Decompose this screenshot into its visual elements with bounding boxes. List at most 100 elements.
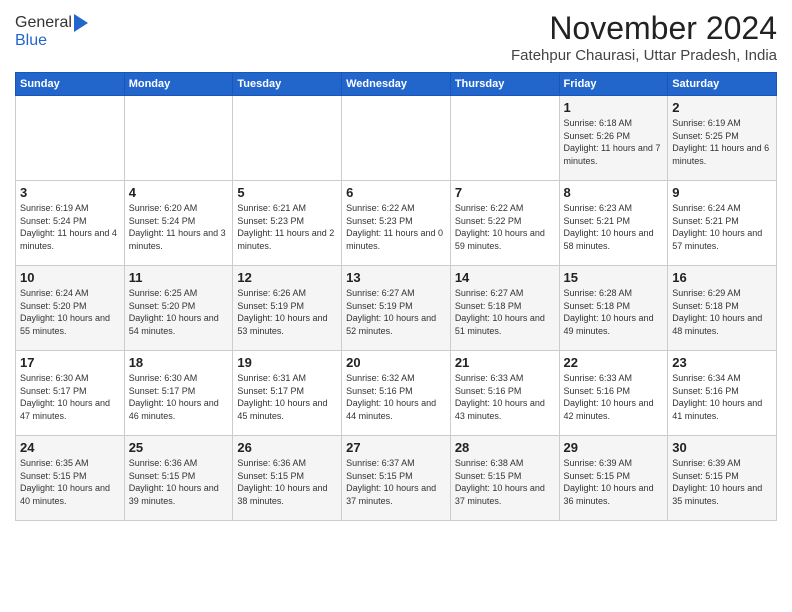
calendar-cell: 10Sunrise: 6:24 AM Sunset: 5:20 PM Dayli… [16,266,125,351]
day-number: 11 [129,270,229,285]
weekday-header-sunday: Sunday [16,73,125,96]
calendar-week-row: 1 Sunrise: 6:18 AM Sunset: 5:26 PM Daylig… [16,96,777,181]
calendar-cell: 3 Sunrise: 6:19 AM Sunset: 5:24 PM Daylig… [16,181,125,266]
calendar-cell: 28 Sunrise: 6:38 AM Sunset: 5:15 PM Dayli… [450,436,559,521]
day-number: 17 [20,355,120,370]
calendar-cell: 27Sunrise: 6:37 AM Sunset: 5:15 PM Dayli… [342,436,451,521]
day-number: 16 [672,270,772,285]
day-number: 21 [455,355,555,370]
month-title: November 2024 [511,10,777,47]
day-info: Sunrise: 6:24 AM Sunset: 5:21 PM Dayligh… [672,202,772,252]
day-info: Sunrise: 6:23 AM Sunset: 5:21 PM Dayligh… [564,202,664,252]
day-info: Sunrise: 6:30 AM Sunset: 5:17 PM Dayligh… [129,372,229,422]
day-info: Sunrise: 6:19 AM Sunset: 5:25 PM Dayligh… [672,117,772,167]
day-number: 19 [237,355,337,370]
day-number: 29 [564,440,664,455]
day-info: Sunrise: 6:22 AM Sunset: 5:23 PM Dayligh… [346,202,446,252]
weekday-header-thursday: Thursday [450,73,559,96]
weekday-header-monday: Monday [124,73,233,96]
calendar-week-row: 3 Sunrise: 6:19 AM Sunset: 5:24 PM Daylig… [16,181,777,266]
logo-blue-text: Blue [15,32,47,50]
day-info: Sunrise: 6:32 AM Sunset: 5:16 PM Dayligh… [346,372,446,422]
day-number: 14 [455,270,555,285]
calendar-cell: 24Sunrise: 6:35 AM Sunset: 5:15 PM Dayli… [16,436,125,521]
day-number: 27 [346,440,446,455]
day-info: Sunrise: 6:30 AM Sunset: 5:17 PM Dayligh… [20,372,120,422]
calendar-cell: 2 Sunrise: 6:19 AM Sunset: 5:25 PM Daylig… [668,96,777,181]
day-info: Sunrise: 6:36 AM Sunset: 5:15 PM Dayligh… [129,457,229,507]
day-info: Sunrise: 6:27 AM Sunset: 5:18 PM Dayligh… [455,287,555,337]
day-number: 26 [237,440,337,455]
logo-general-text: General [15,14,72,32]
day-info: Sunrise: 6:38 AM Sunset: 5:15 PM Dayligh… [455,457,555,507]
day-info: Sunrise: 6:21 AM Sunset: 5:23 PM Dayligh… [237,202,337,252]
day-info: Sunrise: 6:24 AM Sunset: 5:20 PM Dayligh… [20,287,120,337]
calendar-table: SundayMondayTuesdayWednesdayThursdayFrid… [15,72,777,521]
page-header: General Blue November 2024 Fatehpur Chau… [15,10,777,64]
day-info: Sunrise: 6:25 AM Sunset: 5:20 PM Dayligh… [129,287,229,337]
day-number: 15 [564,270,664,285]
day-info: Sunrise: 6:22 AM Sunset: 5:22 PM Dayligh… [455,202,555,252]
day-info: Sunrise: 6:33 AM Sunset: 5:16 PM Dayligh… [564,372,664,422]
day-number: 22 [564,355,664,370]
calendar-cell: 21Sunrise: 6:33 AM Sunset: 5:16 PM Dayli… [450,351,559,436]
calendar-cell: 5 Sunrise: 6:21 AM Sunset: 5:23 PM Daylig… [233,181,342,266]
day-number: 25 [129,440,229,455]
day-number: 23 [672,355,772,370]
calendar-cell: 1 Sunrise: 6:18 AM Sunset: 5:26 PM Daylig… [559,96,668,181]
calendar-cell: 29 Sunrise: 6:39 AM Sunset: 5:15 PM Dayli… [559,436,668,521]
calendar-cell: 13 Sunrise: 6:27 AM Sunset: 5:19 PM Dayli… [342,266,451,351]
calendar-cell: 12 Sunrise: 6:26 AM Sunset: 5:19 PM Dayli… [233,266,342,351]
day-number: 20 [346,355,446,370]
day-info: Sunrise: 6:34 AM Sunset: 5:16 PM Dayligh… [672,372,772,422]
calendar-cell [124,96,233,181]
day-number: 9 [672,185,772,200]
calendar-week-row: 24Sunrise: 6:35 AM Sunset: 5:15 PM Dayli… [16,436,777,521]
day-number: 12 [237,270,337,285]
day-info: Sunrise: 6:26 AM Sunset: 5:19 PM Dayligh… [237,287,337,337]
day-number: 28 [455,440,555,455]
day-number: 3 [20,185,120,200]
day-number: 7 [455,185,555,200]
day-info: Sunrise: 6:36 AM Sunset: 5:15 PM Dayligh… [237,457,337,507]
calendar-cell: 14 Sunrise: 6:27 AM Sunset: 5:18 PM Dayli… [450,266,559,351]
day-number: 1 [564,100,664,115]
day-info: Sunrise: 6:27 AM Sunset: 5:19 PM Dayligh… [346,287,446,337]
weekday-header-friday: Friday [559,73,668,96]
calendar-cell: 17 Sunrise: 6:30 AM Sunset: 5:17 PM Dayli… [16,351,125,436]
title-block: November 2024 Fatehpur Chaurasi, Uttar P… [511,10,777,64]
calendar-cell: 11 Sunrise: 6:25 AM Sunset: 5:20 PM Dayli… [124,266,233,351]
day-info: Sunrise: 6:35 AM Sunset: 5:15 PM Dayligh… [20,457,120,507]
day-number: 30 [672,440,772,455]
calendar-week-row: 17 Sunrise: 6:30 AM Sunset: 5:17 PM Dayli… [16,351,777,436]
weekday-header-saturday: Saturday [668,73,777,96]
day-number: 13 [346,270,446,285]
calendar-cell: 16 Sunrise: 6:29 AM Sunset: 5:18 PM Dayli… [668,266,777,351]
day-info: Sunrise: 6:20 AM Sunset: 5:24 PM Dayligh… [129,202,229,252]
day-number: 18 [129,355,229,370]
calendar-cell: 15Sunrise: 6:28 AM Sunset: 5:18 PM Dayli… [559,266,668,351]
calendar-cell: 18 Sunrise: 6:30 AM Sunset: 5:17 PM Dayli… [124,351,233,436]
calendar-cell [16,96,125,181]
day-info: Sunrise: 6:29 AM Sunset: 5:18 PM Dayligh… [672,287,772,337]
logo-arrow-icon [74,14,88,32]
day-number: 4 [129,185,229,200]
day-info: Sunrise: 6:18 AM Sunset: 5:26 PM Dayligh… [564,117,664,167]
location-title: Fatehpur Chaurasi, Uttar Pradesh, India [511,47,777,64]
calendar-cell: 22 Sunrise: 6:33 AM Sunset: 5:16 PM Dayli… [559,351,668,436]
day-info: Sunrise: 6:19 AM Sunset: 5:24 PM Dayligh… [20,202,120,252]
calendar-cell: 19Sunrise: 6:31 AM Sunset: 5:17 PM Dayli… [233,351,342,436]
day-number: 2 [672,100,772,115]
calendar-cell: 8Sunrise: 6:23 AM Sunset: 5:21 PM Daylig… [559,181,668,266]
logo: General Blue [15,14,88,50]
weekday-header-tuesday: Tuesday [233,73,342,96]
weekday-header-wednesday: Wednesday [342,73,451,96]
day-info: Sunrise: 6:39 AM Sunset: 5:15 PM Dayligh… [672,457,772,507]
day-number: 5 [237,185,337,200]
day-info: Sunrise: 6:39 AM Sunset: 5:15 PM Dayligh… [564,457,664,507]
calendar-header-row: SundayMondayTuesdayWednesdayThursdayFrid… [16,73,777,96]
calendar-cell [450,96,559,181]
calendar-cell [342,96,451,181]
calendar-cell: 23 Sunrise: 6:34 AM Sunset: 5:16 PM Dayli… [668,351,777,436]
calendar-cell: 20 Sunrise: 6:32 AM Sunset: 5:16 PM Dayli… [342,351,451,436]
